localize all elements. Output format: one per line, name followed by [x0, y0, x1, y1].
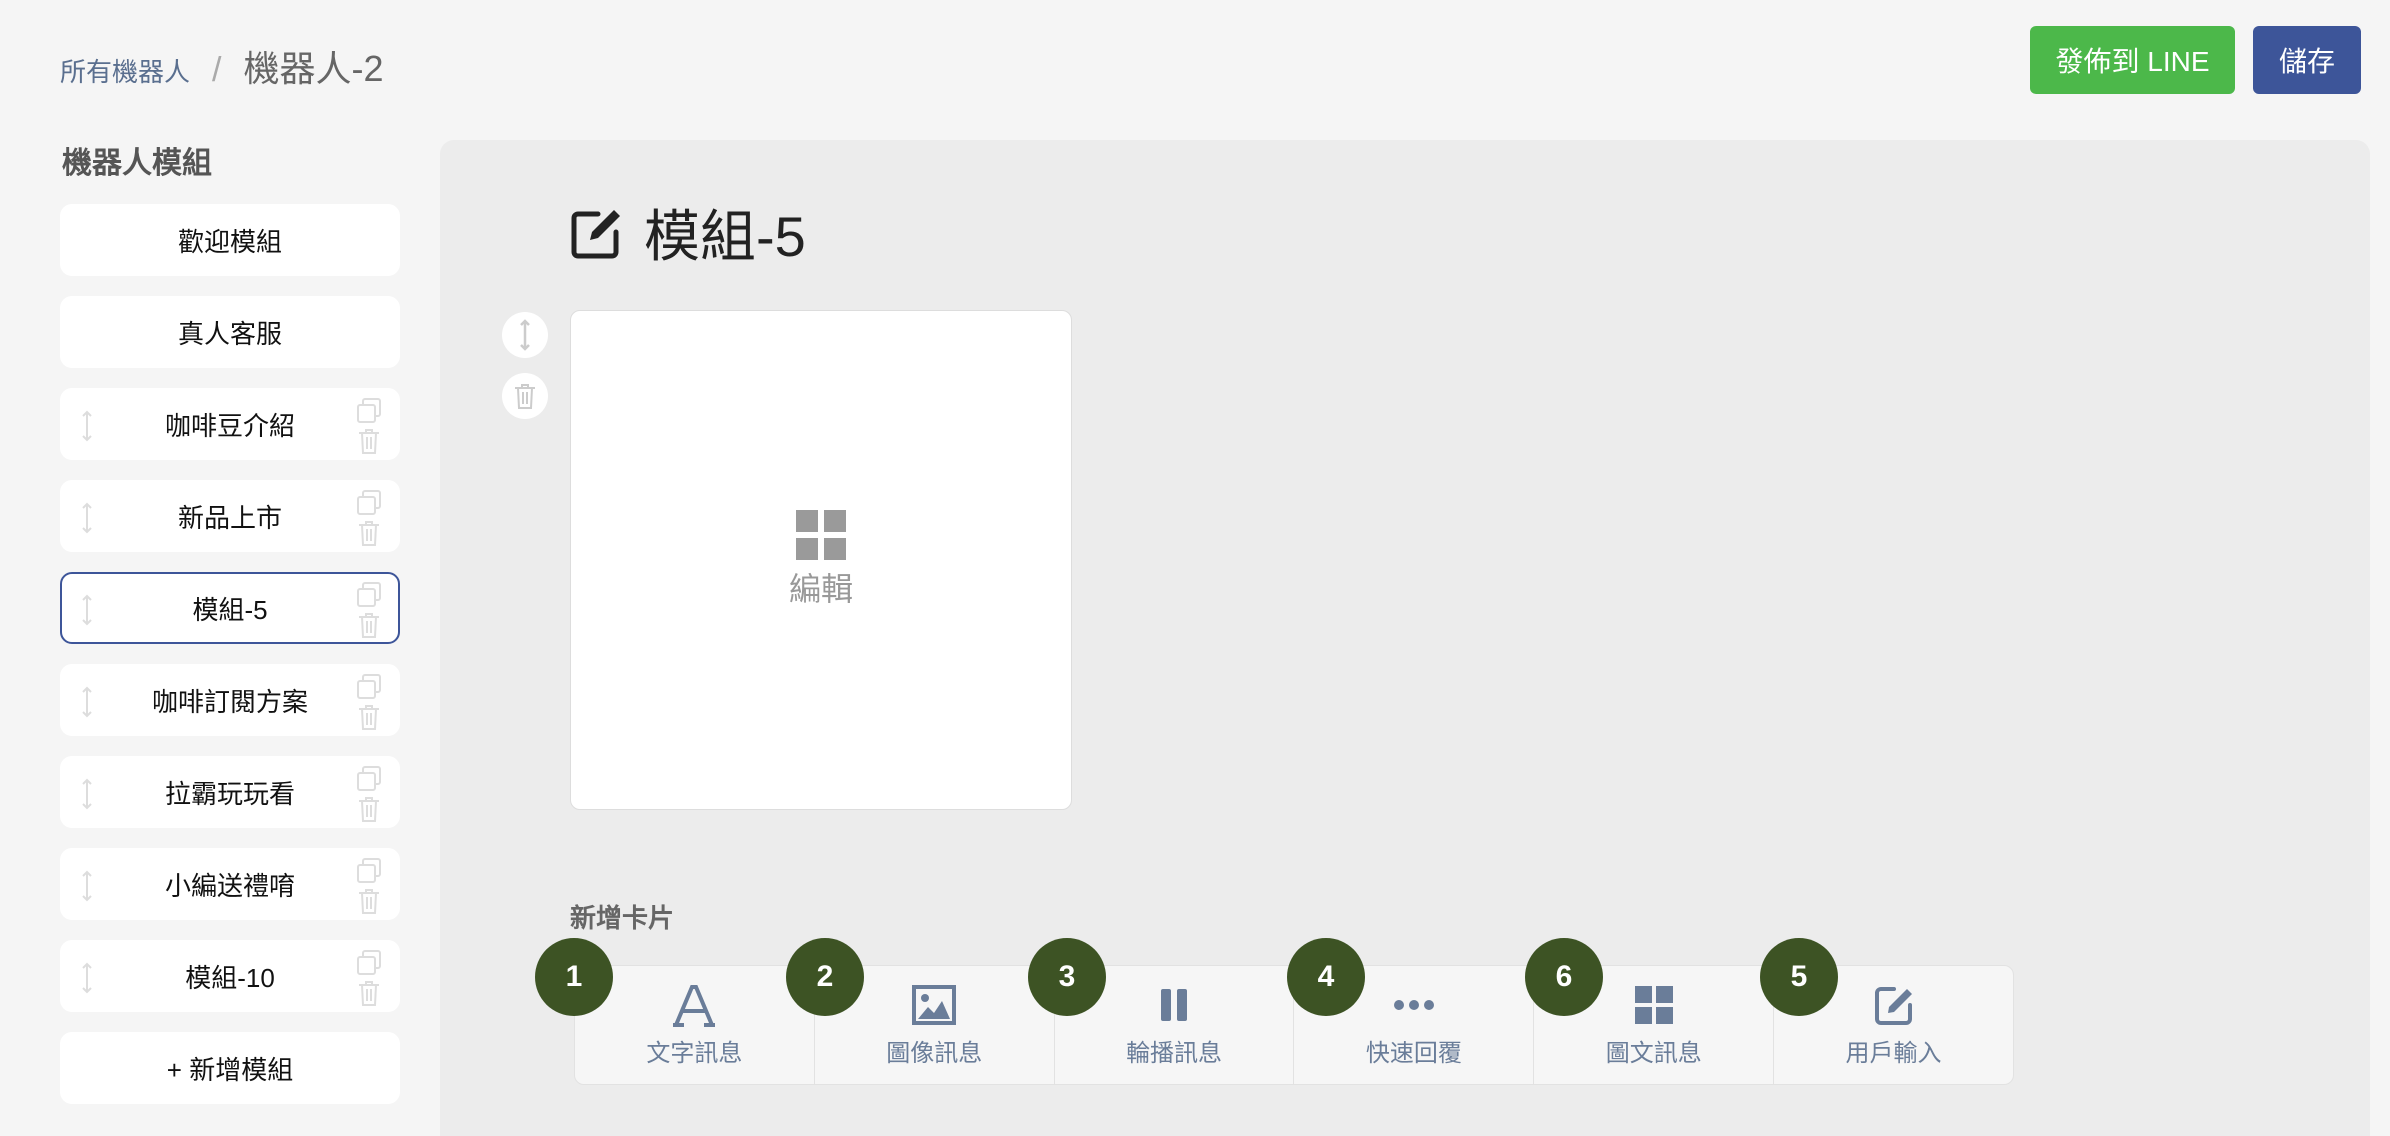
- breadcrumb-current: 機器人-2: [243, 48, 384, 89]
- card-type-label: 用戶輸入: [1845, 1039, 1942, 1067]
- trash-icon[interactable]: [358, 704, 380, 730]
- drag-handle-icon[interactable]: [80, 870, 94, 902]
- trash-icon: [515, 384, 535, 409]
- step-badge: 4: [1287, 938, 1365, 1016]
- copy-icon[interactable]: [356, 674, 382, 700]
- copy-icon[interactable]: [356, 490, 382, 516]
- sidebar-item-new-products[interactable]: 新品上市: [60, 480, 400, 552]
- card-type-label: 輪播訊息: [1126, 1039, 1223, 1067]
- imagemap-icon: [1634, 985, 1673, 1024]
- sidebar-item-label: 歡迎模組: [177, 226, 282, 257]
- drag-handle-icon[interactable]: [80, 962, 94, 994]
- copy-icon[interactable]: [356, 766, 382, 792]
- card-edit-label: 編輯: [788, 571, 853, 607]
- trash-icon[interactable]: [358, 796, 380, 822]
- card-type-label: 快速回覆: [1365, 1039, 1462, 1067]
- drag-handle-icon[interactable]: [80, 502, 94, 534]
- sidebar-item-label: 咖啡豆介紹: [164, 410, 295, 441]
- step-badge: 6: [1525, 938, 1603, 1016]
- trash-icon[interactable]: [358, 428, 380, 454]
- module-title: 模組-5: [568, 192, 806, 273]
- save-button[interactable]: 儲存: [2253, 26, 2361, 94]
- sidebar-item-coffee-subscription[interactable]: 咖啡訂閱方案: [60, 664, 400, 736]
- sidebar-item-label: 模組-5: [192, 594, 268, 625]
- sidebar-title: 機器人模組: [62, 147, 212, 180]
- breadcrumb-separator: /: [212, 51, 222, 89]
- sidebar-item-label: 新品上市: [177, 502, 282, 533]
- copy-icon[interactable]: [356, 582, 382, 608]
- card-type-label: 文字訊息: [646, 1039, 743, 1067]
- carousel-icon: [1161, 988, 1188, 1021]
- image-icon: [912, 984, 957, 1025]
- sidebar-item-label: 咖啡訂閱方案: [151, 686, 308, 717]
- sidebar-item-label: 模組-10: [185, 962, 275, 993]
- edit-icon[interactable]: [568, 204, 626, 262]
- drag-handle-icon[interactable]: [80, 778, 94, 810]
- quick-reply-icon: [1393, 999, 1434, 1010]
- delete-card-button[interactable]: [502, 373, 548, 419]
- copy-icon[interactable]: [356, 950, 382, 976]
- drag-handle-icon[interactable]: [80, 410, 94, 442]
- card-type-label: 圖像訊息: [886, 1039, 983, 1067]
- sidebar-item-coffee-beans[interactable]: 咖啡豆介紹: [60, 388, 400, 460]
- sidebar-item-gift[interactable]: 小編送禮唷: [60, 848, 400, 920]
- add-module-label: + 新增模組: [166, 1054, 294, 1085]
- trash-icon[interactable]: [358, 980, 380, 1006]
- drag-handle-icon[interactable]: [80, 686, 94, 718]
- trash-icon[interactable]: [358, 612, 380, 638]
- sidebar-item-live-agent[interactable]: 真人客服: [60, 296, 400, 368]
- grid-icon: [796, 510, 846, 560]
- add-card-label: 新增卡片: [570, 903, 675, 933]
- move-card-button[interactable]: [502, 312, 548, 358]
- add-module-button[interactable]: + 新增模組: [60, 1032, 400, 1104]
- text-icon: [673, 984, 716, 1027]
- publish-line-button[interactable]: 發佈到 LINE: [2030, 26, 2235, 94]
- sidebar-item-module-10[interactable]: 模組-10: [60, 940, 400, 1012]
- copy-icon[interactable]: [356, 858, 382, 884]
- breadcrumb-all-bots-link[interactable]: 所有機器人: [60, 52, 190, 89]
- breadcrumb: 所有機器人 / 機器人-2: [60, 40, 383, 92]
- trash-icon[interactable]: [358, 888, 380, 914]
- sidebar-item-welcome[interactable]: 歡迎模組: [60, 204, 400, 276]
- sidebar-item-module-5[interactable]: 模組-5: [60, 572, 400, 644]
- sidebar-item-label: 真人客服: [177, 318, 282, 349]
- trash-icon[interactable]: [358, 520, 380, 546]
- card-type-label: 圖文訊息: [1605, 1039, 1702, 1067]
- step-badge: 3: [1028, 938, 1106, 1016]
- sidebar-item-slot-machine[interactable]: 拉霸玩玩看: [60, 756, 400, 828]
- step-badge: 2: [786, 938, 864, 1016]
- module-list: 歡迎模組 真人客服 咖啡豆介紹 新品上市 模組-5 咖啡訂閱方案 拉霸玩玩看 小…: [60, 204, 400, 1124]
- step-badge: 1: [535, 938, 613, 1016]
- user-input-icon: [1874, 986, 1912, 1025]
- move-vertical-icon: [520, 319, 530, 351]
- sidebar-item-label: 拉霸玩玩看: [164, 778, 295, 809]
- imagemap-card[interactable]: 編輯: [570, 310, 1072, 810]
- module-title-text[interactable]: 模組-5: [644, 192, 806, 273]
- copy-icon[interactable]: [356, 398, 382, 424]
- sidebar-item-label: 小編送禮唷: [164, 870, 295, 901]
- step-badge: 5: [1760, 938, 1838, 1016]
- drag-handle-icon[interactable]: [80, 594, 94, 626]
